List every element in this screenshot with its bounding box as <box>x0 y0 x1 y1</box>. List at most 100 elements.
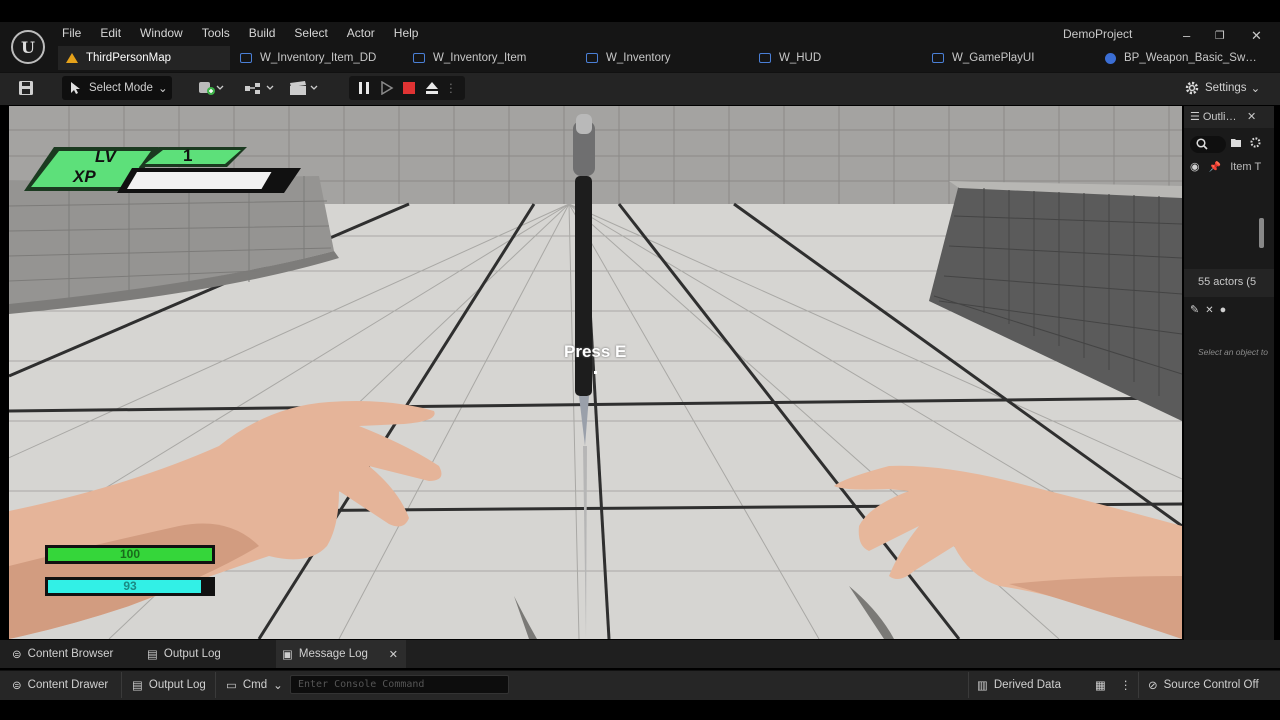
chevron-down-icon: ⌄ <box>157 83 168 95</box>
trace-icon[interactable]: ▦ <box>1095 672 1106 698</box>
derived-data-label: Derived Data <box>993 679 1061 691</box>
menu-tools[interactable]: Tools <box>202 24 230 42</box>
blueprint-menu-button[interactable] <box>244 76 276 100</box>
details-tab[interactable]: ✎ ✕ ● <box>1190 303 1232 316</box>
console-input[interactable]: Enter Console Command <box>290 675 509 694</box>
source-control-label: Source Control Off <box>1163 679 1259 691</box>
close-outliner-icon[interactable]: ✕ <box>1247 110 1256 123</box>
output-log-tab[interactable]: ▤ Output Log <box>147 640 221 668</box>
tab-w-inventory-item-dd[interactable]: W_Inventory_Item_DD <box>240 46 376 70</box>
content-drawer-label: Content Drawer <box>27 679 109 691</box>
tab-w-inventory-item[interactable]: W_Inventory_Item <box>413 46 526 70</box>
tab-label: W_Inventory_Item_DD <box>260 52 377 64</box>
message-log-icon: ▣ <box>282 649 293 661</box>
interact-prompt: Press E <box>564 342 627 361</box>
outliner-item-label: Item T <box>1230 161 1262 173</box>
tab-bp-weapon-basic[interactable]: BP_Weapon_Basic_Sw… <box>1105 46 1257 70</box>
tab-label: W_Inventory <box>606 52 671 64</box>
outliner-title: Outli… <box>1202 111 1237 123</box>
health-value: 100 <box>119 547 141 561</box>
menu-select[interactable]: Select <box>294 24 327 42</box>
cinematics-button[interactable] <box>289 76 321 100</box>
tab-label: W_HUD <box>779 52 822 64</box>
menu-window[interactable]: Window <box>140 24 183 42</box>
source-control-button[interactable]: ⊘ Source Control Off <box>1138 672 1259 698</box>
terminal-icon: ▭ <box>226 680 237 692</box>
blueprint-icon <box>1105 52 1116 64</box>
menu-edit[interactable]: Edit <box>100 24 121 42</box>
stop-icon[interactable] <box>398 76 420 100</box>
tab-thirdpersonmap[interactable]: ThirdPersonMap <box>58 46 230 70</box>
tab-w-inventory[interactable]: W_Inventory <box>586 46 671 70</box>
eject-icon[interactable] <box>421 76 443 100</box>
level-label: LV <box>95 147 116 166</box>
globe-icon: ● <box>1219 304 1227 316</box>
level-xp-hud <box>24 147 301 193</box>
actor-count: 55 actors (5 <box>1198 276 1257 288</box>
unreal-logo-icon[interactable]: U <box>11 30 45 64</box>
level-value: 1 <box>183 146 193 165</box>
settings-button[interactable]: Settings ⌄ <box>1184 76 1260 100</box>
list-icon: ☰ <box>1190 111 1200 123</box>
tab-w-gameplayui[interactable]: W_GamePlayUI <box>932 46 1034 70</box>
xp-label: XP <box>73 167 96 186</box>
tab-label: BP_Weapon_Basic_Sw… <box>1124 52 1257 64</box>
content-browser-label: Content Browser <box>27 648 114 660</box>
content-browser-tab[interactable]: ⊜ Content Browser <box>12 640 113 668</box>
content-drawer-icon: ⊜ <box>12 680 22 692</box>
content-drawer-button[interactable]: ⊜ Content Drawer <box>12 672 108 698</box>
source-control-off-icon: ⊘ <box>1148 680 1158 692</box>
widget-blueprint-icon <box>413 53 425 63</box>
step-frame-icon[interactable] <box>376 76 398 100</box>
stamina-bar: 93 <box>45 577 215 596</box>
output-log-button[interactable]: ▤ Output Log <box>121 672 206 698</box>
derived-data-button[interactable]: ▥ Derived Data <box>968 672 1061 698</box>
outliner-item[interactable]: ◉ 📌 Item T <box>1190 160 1261 173</box>
add-actor-button[interactable] <box>198 76 224 100</box>
tab-label: W_GamePlayUI <box>952 52 1035 64</box>
restore-icon[interactable]: ❐ <box>1215 27 1225 45</box>
minimize-icon[interactable]: – <box>1183 27 1190 45</box>
cmd-dropdown[interactable]: ▭ Cmd ⌄ <box>215 672 283 698</box>
menu-file[interactable]: File <box>62 24 81 42</box>
outliner-scrollbar[interactable] <box>1259 218 1264 248</box>
output-log-label: Output Log <box>163 648 221 660</box>
close-details-icon[interactable]: ✕ <box>1205 305 1213 316</box>
add-actor-icon <box>199 82 224 95</box>
widget-blueprint-icon <box>240 53 252 63</box>
chevron-down-icon: ⌄ <box>273 680 283 692</box>
outliner-tab[interactable]: ☰ Outli… <box>1190 110 1237 123</box>
save-icon[interactable] <box>18 76 34 100</box>
clapperboard-icon <box>290 81 318 95</box>
more-options-icon[interactable]: ⋮ <box>1120 672 1132 698</box>
add-folder-icon[interactable] <box>1230 137 1242 152</box>
pencil-icon: ✎ <box>1190 304 1200 316</box>
crosshair-dot <box>594 371 597 374</box>
cursor-icon <box>71 82 80 94</box>
content-browser-icon: ⊜ <box>12 649 22 661</box>
gear-icon[interactable] <box>1249 136 1262 152</box>
chevron-down-icon: ⌄ <box>1250 83 1261 95</box>
select-mode-dropdown[interactable]: Select Mode ⌄ <box>62 76 172 100</box>
output-log-icon: ▤ <box>147 649 158 661</box>
close-tab-icon[interactable]: ✕ <box>389 648 398 661</box>
stamina-value: 93 <box>123 579 137 593</box>
search-icon <box>1196 138 1208 150</box>
outliner-search[interactable] <box>1190 136 1226 153</box>
select-mode-label: Select Mode <box>89 82 153 94</box>
menu-help[interactable]: Help <box>394 24 419 42</box>
project-name: DemoProject <box>1063 27 1133 41</box>
output-log-label: Output Log <box>148 679 206 691</box>
menu-actor[interactable]: Actor <box>347 24 375 42</box>
close-icon[interactable]: ✕ <box>1251 27 1262 45</box>
widget-blueprint-icon <box>932 53 944 63</box>
widget-blueprint-icon <box>759 53 771 63</box>
details-hint: Select an object to <box>1198 347 1268 357</box>
tab-label: ThirdPersonMap <box>86 52 172 64</box>
tab-w-hud[interactable]: W_HUD <box>759 46 821 70</box>
pause-icon[interactable] <box>353 76 375 100</box>
level-viewport[interactable]: LV 1 XP 100 93 Press E <box>9 106 1182 639</box>
more-options-icon[interactable]: ⋮ <box>443 76 459 100</box>
message-log-tab[interactable]: ▣ Message Log ✕ <box>276 640 406 668</box>
menu-build[interactable]: Build <box>249 24 276 42</box>
